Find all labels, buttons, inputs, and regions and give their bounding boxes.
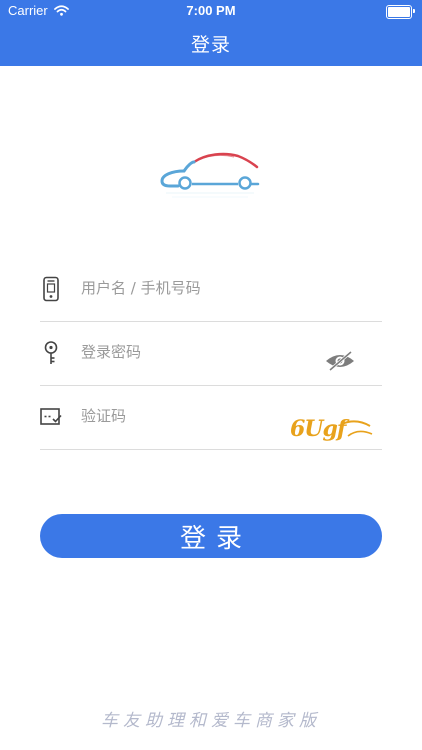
password-input[interactable] — [79, 338, 303, 366]
car-logo — [160, 152, 260, 198]
username-input[interactable] — [79, 274, 303, 302]
eye-hidden-icon[interactable] — [324, 350, 356, 372]
footer-caption: 车友助理和爱车商家版 — [101, 711, 321, 731]
captcha-image[interactable]: 6Ugf — [286, 414, 376, 444]
username-row — [40, 258, 382, 322]
phone-icon — [43, 276, 59, 302]
status-bar: Carrier 7:00 PM — [0, 0, 422, 22]
captcha-row: 6Ugf — [40, 386, 382, 450]
battery-nub — [413, 9, 415, 13]
top-bar: Carrier 7:00 PM 登录 — [0, 0, 422, 66]
key-icon — [44, 341, 58, 364]
password-row — [40, 322, 382, 386]
captcha-input[interactable] — [79, 402, 303, 430]
login-button[interactable]: 登录 — [40, 514, 382, 558]
battery-fill — [388, 7, 410, 17]
battery-icon — [386, 5, 415, 19]
captcha-code: 6Ugf — [290, 416, 350, 442]
status-time: 7:00 PM — [186, 3, 236, 18]
page-title: 登录 — [190, 34, 231, 56]
captcha-divider — [40, 449, 382, 450]
captcha-icon — [40, 408, 62, 425]
